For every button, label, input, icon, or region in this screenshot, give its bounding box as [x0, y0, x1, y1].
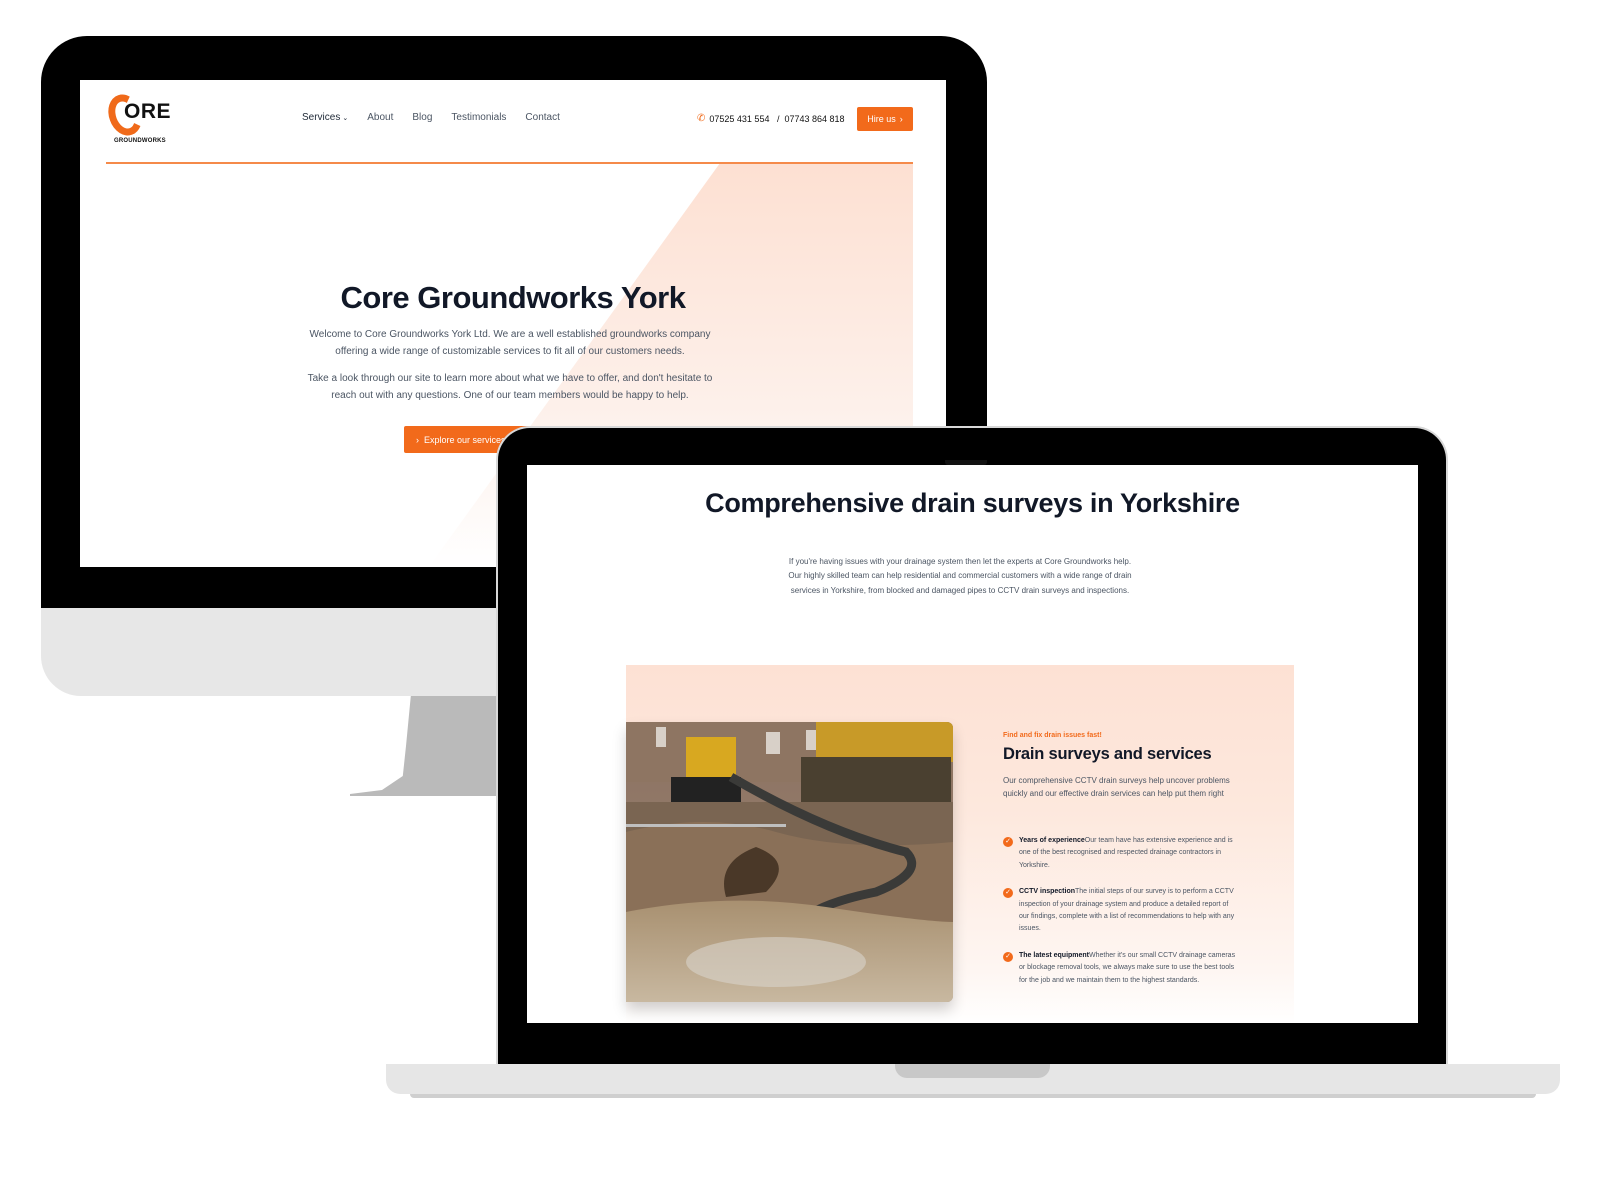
site-header: ORE GROUNDWORKS Services ⌄ About Blog Tes… — [102, 80, 913, 164]
drain-section-intro: If you're having issues with your draina… — [788, 557, 1132, 595]
chevron-right-icon: › — [416, 434, 419, 445]
hire-us-label: Hire us — [867, 114, 896, 124]
chevron-right-icon: › — [899, 114, 903, 124]
laptop-opening-groove — [895, 1064, 1050, 1078]
nav-item-contact[interactable]: Contact — [525, 112, 559, 123]
drain-section-title: Comprehensive drain surveys in Yorkshire — [705, 488, 1240, 518]
hero-title: Core Groundworks York — [340, 280, 686, 315]
feature-bullet-list: ✓ Years of experienceOur team have has e… — [1003, 835, 1238, 1001]
imac-stand — [350, 696, 510, 796]
feature-bullet: ✓ Years of experienceOur team have has e… — [1003, 835, 1238, 872]
phone-numbers[interactable]: ✆ 07525 431 554 / 07743 864 818 — [697, 113, 845, 124]
phone-text: 07525 431 554 / 07743 864 818 — [709, 113, 845, 124]
main-nav: Services ⌄ About Blog Testimonials Contac… — [302, 112, 560, 123]
feature-bullet: ✓ CCTV inspectionThe initial steps of ou… — [1003, 886, 1238, 936]
feature-title: Drain surveys and services — [1003, 745, 1212, 763]
chevron-down-icon: ⌄ — [342, 115, 349, 122]
bullet-title: The latest equipment — [1019, 951, 1090, 959]
logo-wordmark: ORE — [124, 100, 172, 123]
hero-intro: Welcome to Core Groundworks York Ltd. We… — [309, 329, 711, 357]
check-circle-icon: ✓ — [1003, 951, 1013, 962]
nav-item-services[interactable]: Services ⌄ — [302, 112, 348, 123]
photo-illustration — [626, 722, 953, 1002]
phone-icon: ✆ — [697, 113, 706, 124]
logo-subtitle: GROUNDWORKS — [114, 138, 166, 144]
hire-us-button[interactable]: Hire us › — [857, 107, 913, 131]
logo[interactable]: ORE GROUNDWORKS — [102, 89, 179, 148]
feature-eyebrow: Find and fix drain issues fast! — [1003, 732, 1102, 739]
laptop-screen: Comprehensive drain surveys in Yorkshire… — [527, 465, 1418, 1023]
drain-site-photo — [626, 722, 953, 1002]
nav-item-blog[interactable]: Blog — [412, 112, 432, 123]
laptop-base-shadow — [410, 1094, 1536, 1098]
explore-services-label: Explore our services — [424, 434, 506, 445]
feature-description: Our comprehensive CCTV drain surveys hel… — [1003, 776, 1230, 799]
check-circle-icon: ✓ — [1003, 837, 1013, 847]
hero-body: Take a look through our site to learn mo… — [307, 373, 713, 401]
bullet-title: Years of experience — [1019, 837, 1085, 844]
feature-bullet: ✓ The latest equipmentWhether it's our s… — [1003, 950, 1238, 987]
check-circle-icon: ✓ — [1003, 888, 1013, 899]
nav-item-testimonials[interactable]: Testimonials — [451, 112, 506, 123]
bullet-title: CCTV inspection — [1019, 888, 1076, 896]
nav-item-about[interactable]: About — [367, 112, 393, 123]
